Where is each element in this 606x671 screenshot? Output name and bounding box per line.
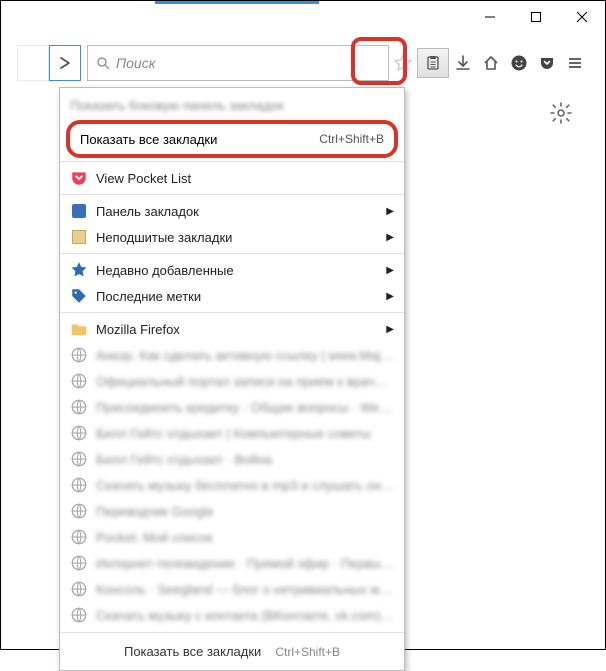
menu-item-bookmarks-panel[interactable]: Панель закладок ▶ (60, 198, 404, 224)
menu-item-bookmark[interactable]: Pocket: Мой список (60, 524, 404, 550)
menu-separator (60, 253, 404, 254)
window-controls (467, 1, 605, 33)
menu-item-recently-added[interactable]: Недавно добавленные ▶ (60, 257, 404, 283)
nav-back-button[interactable] (17, 45, 49, 81)
chevron-right-icon: ▶ (386, 291, 394, 302)
globe-icon (70, 580, 88, 598)
maximize-button[interactable] (513, 1, 559, 33)
gear-icon (549, 101, 573, 125)
globe-icon (70, 554, 88, 572)
minimize-button[interactable] (467, 1, 513, 33)
menu-item-label: Переводчик Google (96, 504, 394, 519)
search-placeholder: Поиск (116, 55, 155, 71)
menu-item-label: Анкор. Как сделать активную ссылку | www… (96, 348, 394, 363)
menu-item-bookmark[interactable]: Скачать музыку бесплатно в mp3 и слушать… (60, 472, 404, 498)
menu-item-label: Скачать музыку бесплатно в mp3 и слушать… (96, 478, 394, 493)
chevron-right-icon: ▶ (386, 232, 394, 243)
menu-item-label: Панель закладок (96, 204, 380, 219)
menu-item-label: Официальный портал записи на прием к вра… (96, 374, 394, 389)
home-button[interactable] (477, 49, 505, 77)
menu-item-shortcut: Ctrl+Shift+B (319, 132, 384, 146)
globe-icon (70, 606, 88, 624)
menu-separator (60, 194, 404, 195)
globe-icon (70, 450, 88, 468)
menu-footer-show-all[interactable]: Показать все закладки Ctrl+Shift+B (60, 632, 404, 670)
menu-item-bookmark[interactable]: Билл Гейтс отдыхает | Компьютерные совет… (60, 420, 404, 446)
globe-icon (70, 424, 88, 442)
menu-item-label: Консоль · Seegland — блог о нетривиальны… (96, 582, 394, 597)
chevron-right-icon: ▶ (386, 206, 394, 217)
menu-footer-shortcut: Ctrl+Shift+B (275, 645, 340, 659)
chevron-right-icon: ▶ (386, 265, 394, 276)
menu-item-unsorted-bookmarks[interactable]: Неподшитые закладки ▶ (60, 224, 404, 250)
globe-icon (70, 528, 88, 546)
pocket-button[interactable] (533, 49, 561, 77)
downloads-button[interactable] (449, 49, 477, 77)
folder-icon (70, 320, 88, 338)
toolbar: Поиск (17, 45, 589, 81)
search-icon (96, 56, 110, 70)
menu-item-label: Интернет-телевидение · Прямой эфир · Пер… (96, 556, 394, 571)
tag-icon (70, 287, 88, 305)
active-tab-indicator (155, 1, 319, 4)
menu-button[interactable] (561, 49, 589, 77)
menu-item-pocket[interactable]: View Pocket List (60, 165, 404, 191)
menu-item-label: Скачать музыку с контакта (ВКонтакте, vk… (96, 608, 394, 623)
clipboard-icon (425, 55, 441, 71)
menu-item-label: Показать все закладки (80, 132, 319, 147)
menu-item-bookmark[interactable]: Билл Гейтс отдыхает · Война (60, 446, 404, 472)
smiley-button[interactable] (505, 49, 533, 77)
menu-item-bookmark[interactable]: Интернет-телевидение · Прямой эфир · Пер… (60, 550, 404, 576)
menu-item-show-all-bookmarks[interactable]: Показать все закладки Ctrl+Shift+B (66, 120, 398, 158)
pocket-icon (70, 169, 88, 187)
unsorted-icon (70, 228, 88, 246)
globe-icon (70, 398, 88, 416)
globe-icon (70, 346, 88, 364)
menu-item-show-sidebar[interactable]: Показать боковую панель закладок (60, 92, 404, 118)
globe-icon (70, 372, 88, 390)
menu-item-label: Mozilla Firefox (96, 322, 380, 337)
menu-item-bookmark[interactable]: Консоль · Seegland — блог о нетривиальны… (60, 576, 404, 602)
menu-item-label: Неподшитые закладки (96, 230, 380, 245)
menu-separator (60, 161, 404, 162)
menu-item-bookmark[interactable]: Присоединить кредитку · Общие вопросы · … (60, 394, 404, 420)
menu-item-bookmark[interactable]: Переводчик Google (60, 498, 404, 524)
menu-item-label: Билл Гейтс отдыхает · Война (96, 452, 394, 467)
nav-forward-button[interactable] (49, 45, 81, 81)
menu-item-label: Присоединить кредитку · Общие вопросы · … (96, 400, 394, 415)
menu-item-label: View Pocket List (96, 171, 394, 186)
globe-icon (70, 502, 88, 520)
menu-item-bookmark[interactable]: Анкор. Как сделать активную ссылку | www… (60, 342, 404, 368)
settings-gear-button[interactable] (549, 101, 573, 130)
chevron-right-icon: ▶ (386, 324, 394, 335)
menu-item-label: Pocket: Мой список (96, 530, 394, 545)
bookmarks-panel-icon (70, 202, 88, 220)
bookmarks-menu-button[interactable] (417, 48, 449, 78)
menu-item-bookmark[interactable]: Официальный портал записи на прием к вра… (60, 368, 404, 394)
menu-item-bookmark[interactable]: Скачать музыку с контакта (ВКонтакте, vk… (60, 602, 404, 628)
menu-footer-label: Показать все закладки (124, 644, 261, 659)
menu-item-recent-tags[interactable]: Последние метки ▶ (60, 283, 404, 309)
close-button[interactable] (559, 1, 605, 33)
menu-item-folder-firefox[interactable]: Mozilla Firefox ▶ (60, 316, 404, 342)
bookmarks-dropdown-menu: Показать боковую панель закладок Показат… (59, 87, 405, 671)
search-input[interactable]: Поиск (87, 45, 389, 81)
menu-item-label: Последние метки (96, 289, 380, 304)
bookmark-star-button[interactable] (389, 49, 417, 77)
globe-icon (70, 476, 88, 494)
menu-item-label: Билл Гейтс отдыхает | Компьютерные совет… (96, 426, 394, 441)
menu-separator (60, 312, 404, 313)
menu-item-label: Недавно добавленные (96, 263, 380, 278)
star-icon (70, 261, 88, 279)
